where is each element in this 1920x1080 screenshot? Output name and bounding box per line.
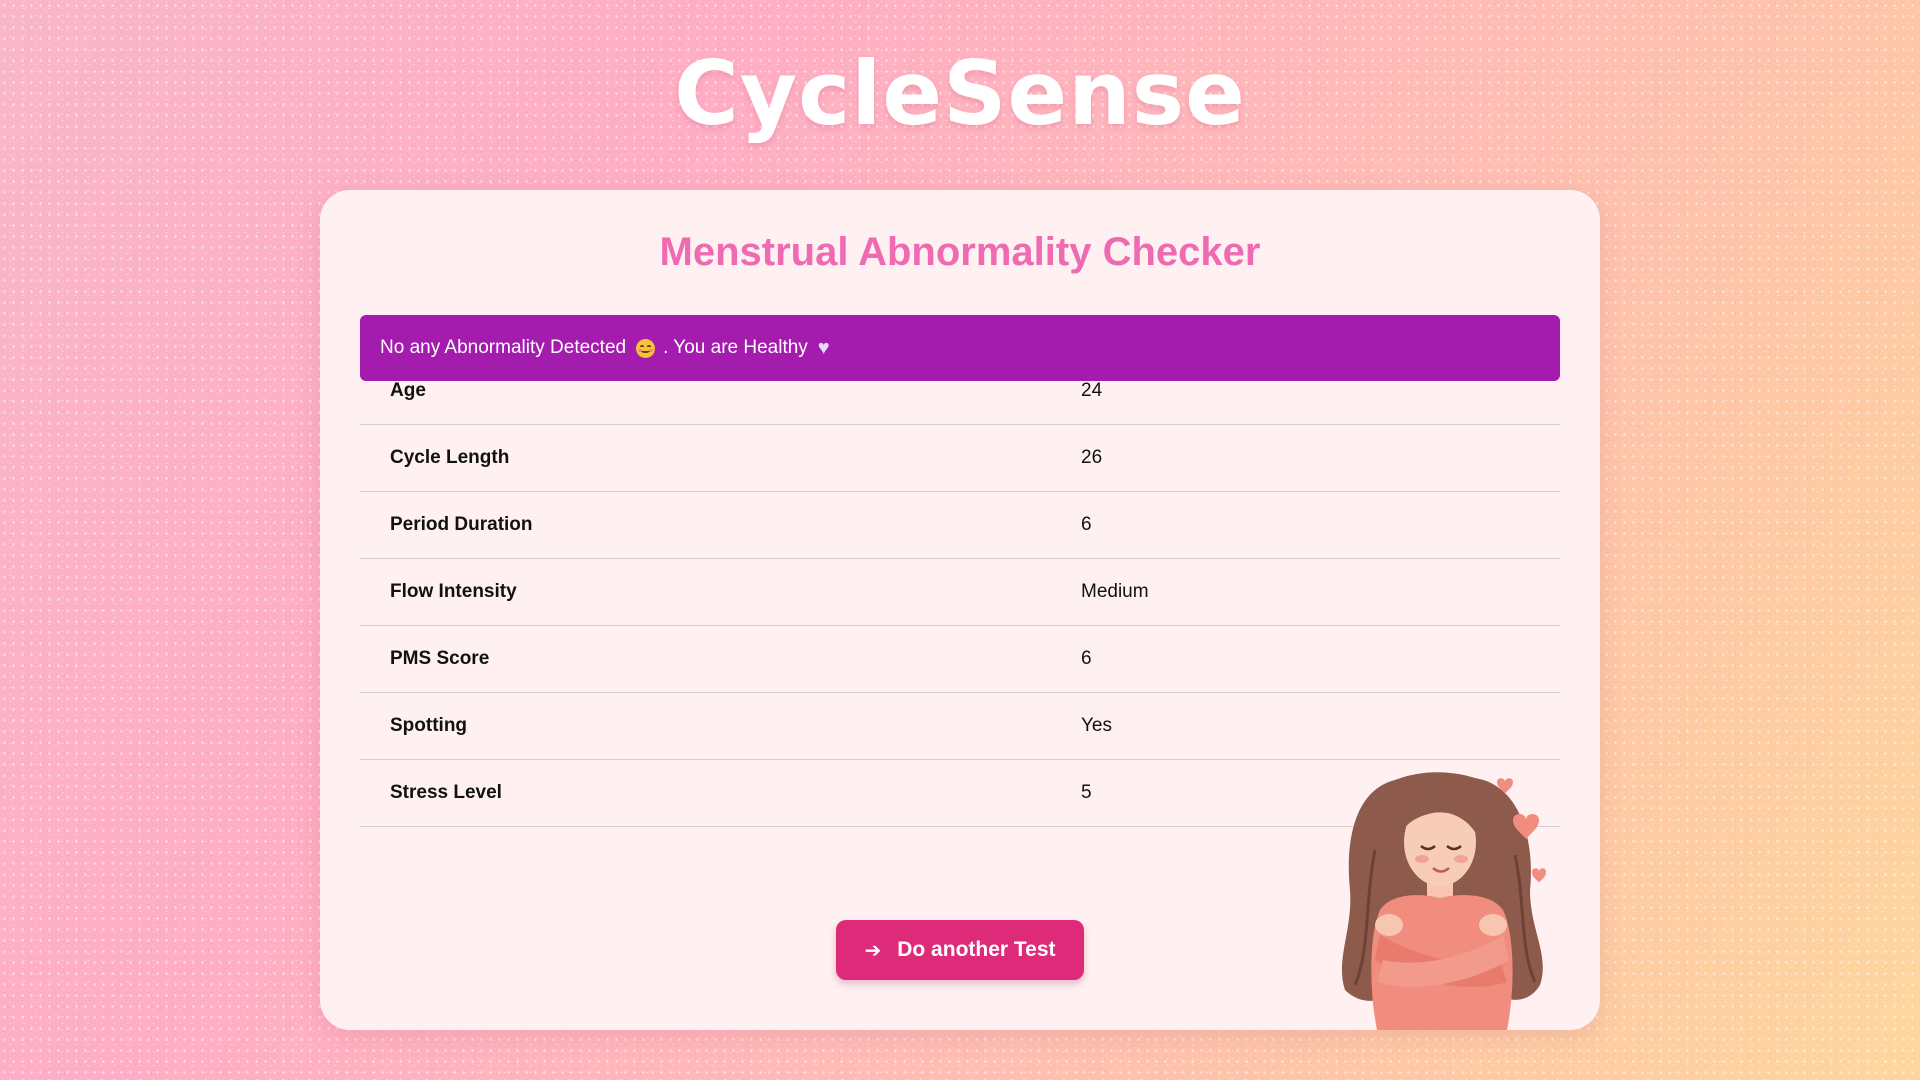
result-card: Menstrual Abnormality Checker No any Abn… (320, 190, 1600, 1030)
app-title: CycleSense (674, 42, 1246, 145)
card-title: Menstrual Abnormality Checker (659, 230, 1261, 274)
row-label: Spotting (390, 715, 468, 736)
row-value: 6 (1081, 514, 1092, 535)
row-value: Medium (1081, 581, 1149, 602)
row-label: Flow Intensity (390, 581, 517, 602)
self-hug-woman-illustration (1341, 772, 1546, 1030)
results-table: Age 24 Cycle Length 26 Period Duration 6… (360, 358, 1560, 827)
row-value: 26 (1081, 447, 1103, 468)
smiling-face-icon (636, 338, 656, 358)
alert-text-after: . You are Healthy (663, 337, 808, 358)
row-label: Stress Level (390, 782, 502, 803)
table-row: Age 24 (360, 358, 1560, 425)
row-label: PMS Score (390, 648, 490, 669)
alert-text-before: No any Abnormality Detected (380, 337, 627, 358)
arrow-right-icon: ➔ (864, 939, 882, 962)
table-row: Period Duration 6 (360, 492, 1560, 559)
row-value: 5 (1081, 782, 1092, 803)
row-label: Age (390, 380, 426, 401)
row-label: Period Duration (390, 514, 533, 535)
table-row: Flow Intensity Medium (360, 559, 1560, 626)
row-value: 6 (1081, 648, 1092, 669)
table-row: PMS Score 6 (360, 626, 1560, 693)
do-another-test-button[interactable]: ➔ Do another Test (836, 920, 1084, 980)
heart-icon: ♥ (817, 336, 830, 359)
table-row: Spotting Yes (360, 693, 1560, 760)
row-value: 24 (1081, 380, 1103, 401)
row-label: Cycle Length (390, 447, 510, 468)
row-value: Yes (1081, 715, 1112, 736)
button-label: Do another Test (897, 938, 1056, 961)
table-row: Cycle Length 26 (360, 425, 1560, 492)
